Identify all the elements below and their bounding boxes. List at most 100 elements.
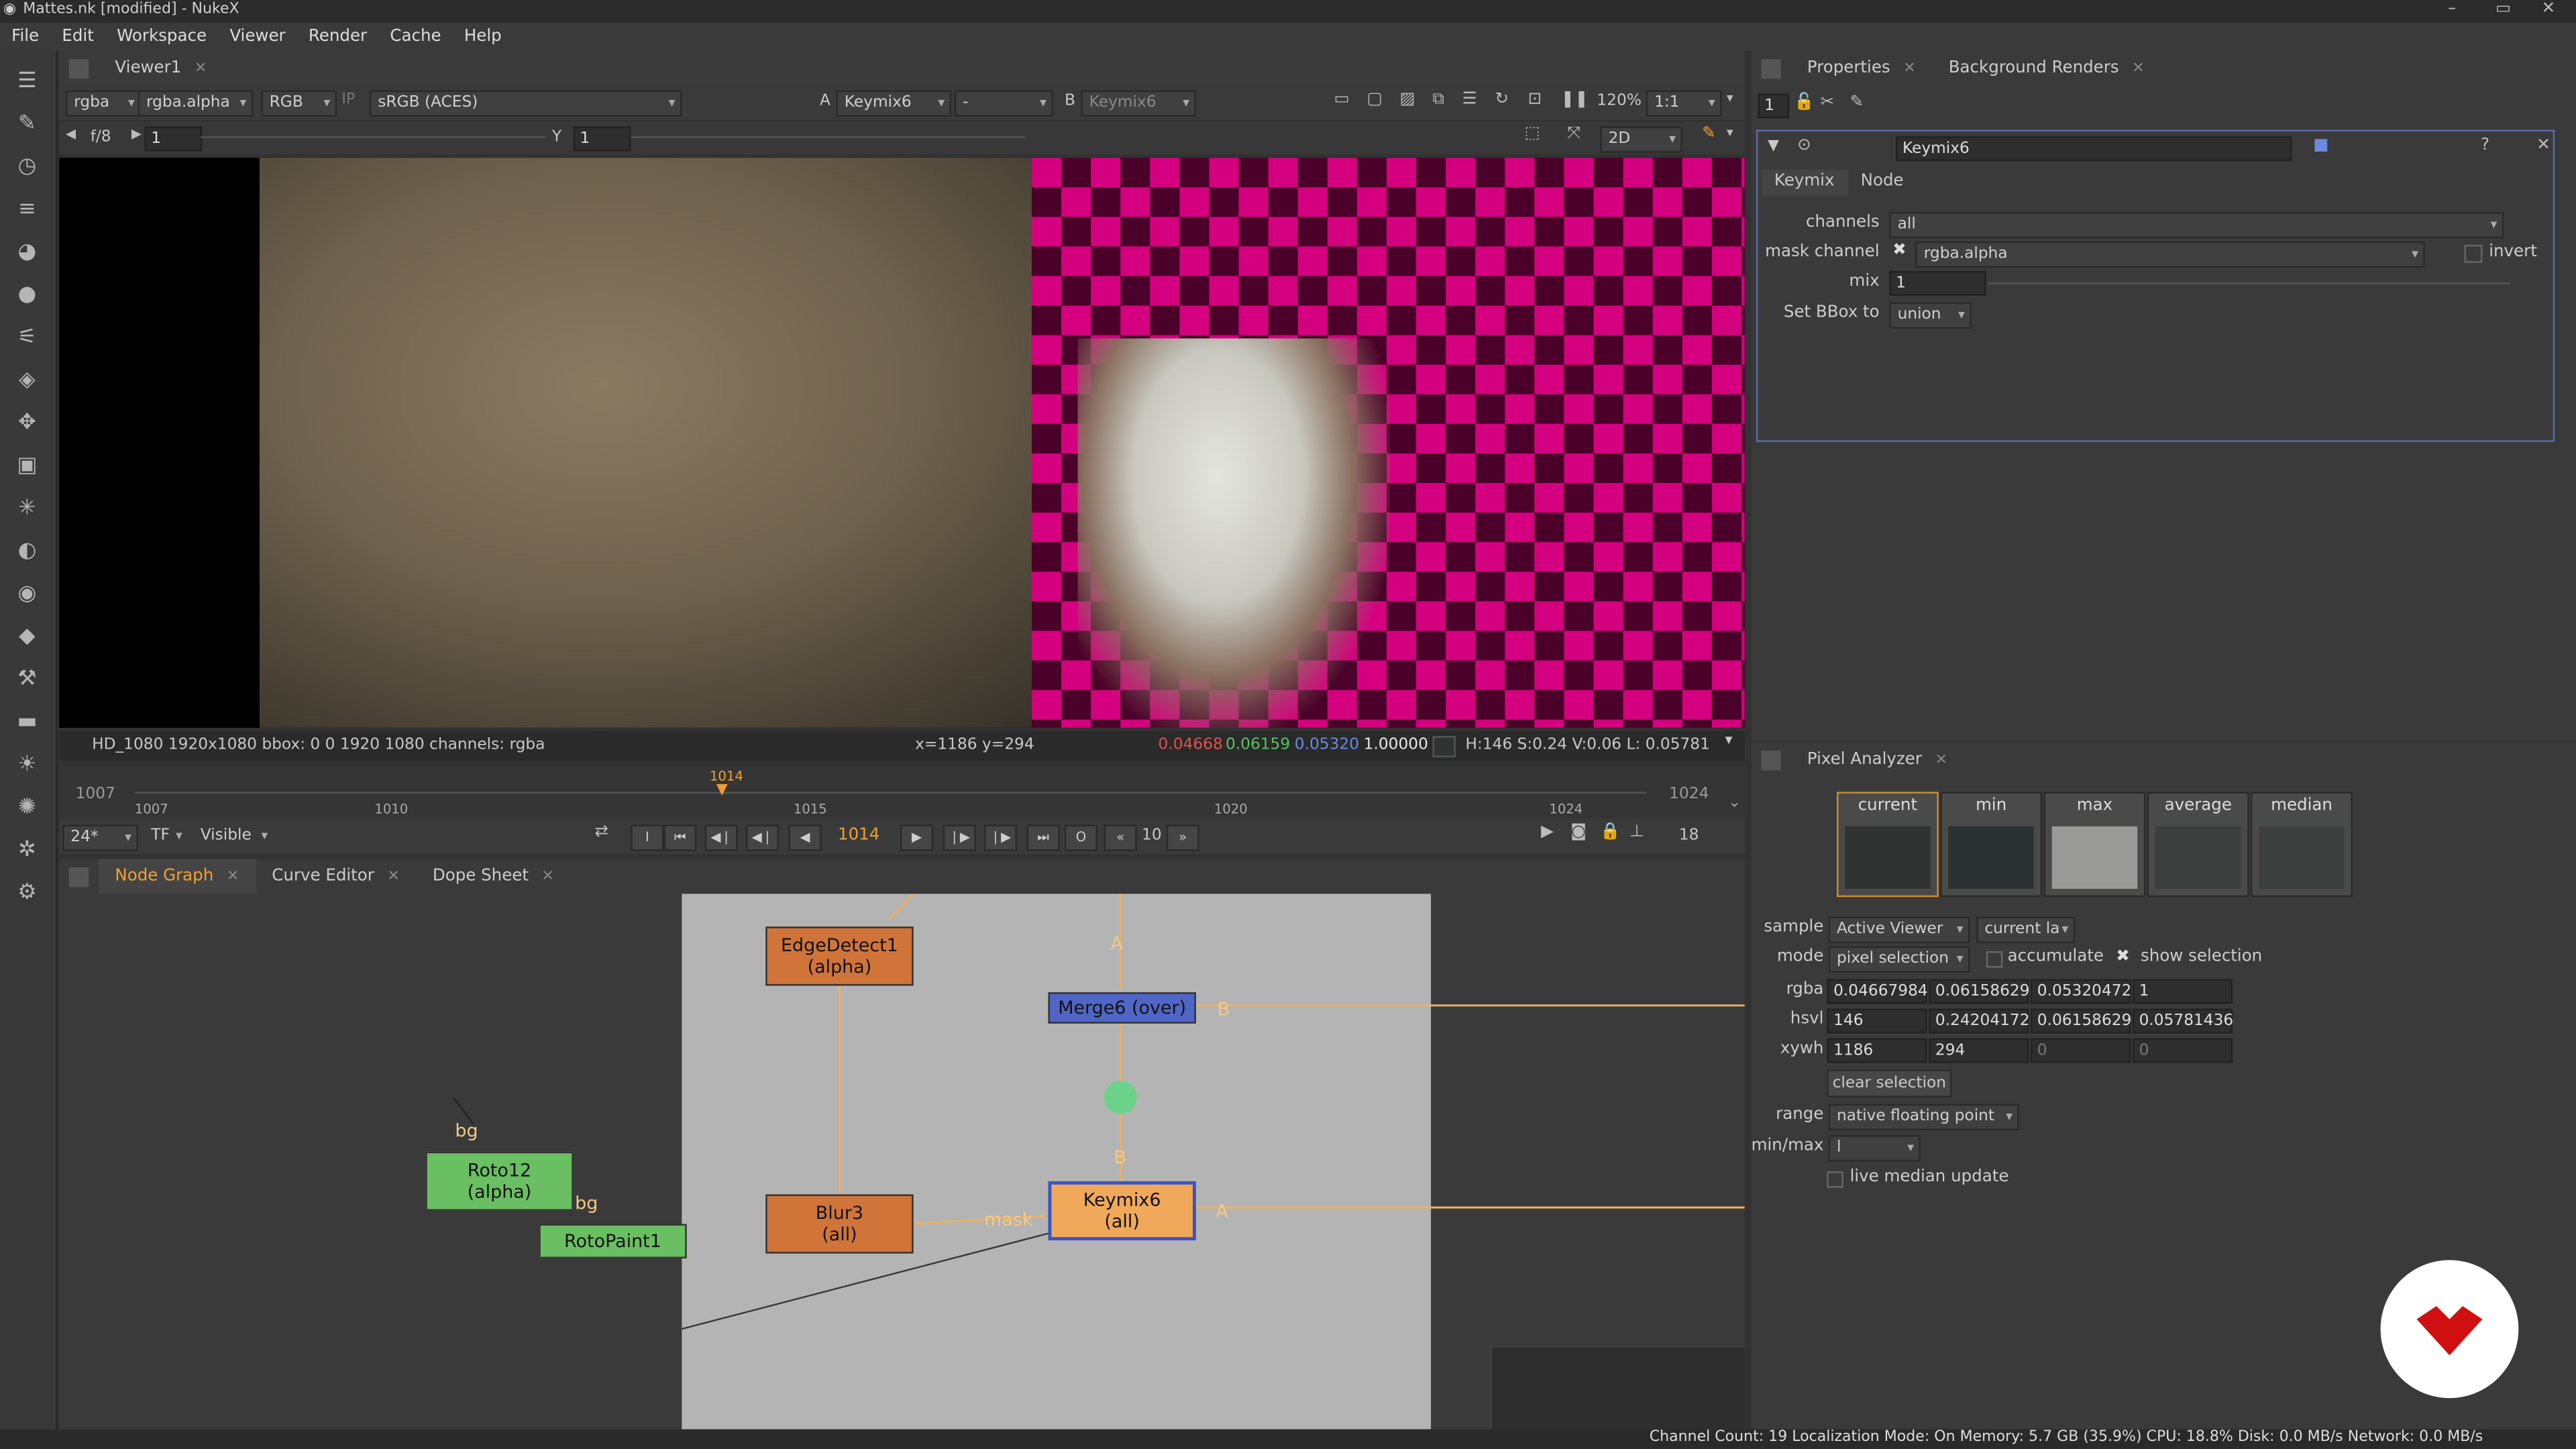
- tab-dope-sheet[interactable]: Dope Sheet ✕: [416, 859, 570, 896]
- prev-keyframe-icon[interactable]: ◀❘: [704, 824, 738, 851]
- swatch-min[interactable]: min: [1940, 792, 2043, 898]
- help-icon[interactable]: ?: [2481, 136, 2489, 154]
- node-graph-minimap[interactable]: [1490, 1345, 1745, 1430]
- a-input-dropdown[interactable]: Keymix6: [836, 90, 951, 117]
- furnace-tools-icon[interactable]: ☀: [13, 751, 42, 779]
- image-tools-icon[interactable]: ☰: [13, 67, 42, 95]
- fstop-right-icon[interactable]: ▶: [131, 127, 142, 142]
- accumulate-checkbox[interactable]: [1986, 951, 2003, 968]
- channel-tools-icon[interactable]: ≡: [13, 195, 42, 223]
- flipbook-icon[interactable]: ▶: [1541, 823, 1554, 841]
- sample-dropdown[interactable]: Active Viewer: [1828, 916, 1970, 943]
- transform-tools-icon[interactable]: ✥: [13, 409, 42, 437]
- swatch-average[interactable]: average: [2147, 792, 2249, 898]
- hsvl-h-field[interactable]: 146: [1827, 1008, 1927, 1034]
- close-icon[interactable]: ✕: [2132, 61, 2144, 77]
- wipe-icon[interactable]: ▨: [1400, 91, 1415, 109]
- gamma-slider[interactable]: [631, 136, 1026, 138]
- menu-workspace[interactable]: Workspace: [105, 28, 218, 46]
- last-frame-icon[interactable]: ⏭: [1026, 824, 1060, 851]
- node-rotopaint1[interactable]: RotoPaint1: [539, 1224, 687, 1258]
- loop-icon[interactable]: ⇄: [595, 823, 609, 841]
- menu-help[interactable]: Help: [453, 28, 513, 46]
- close-icon[interactable]: ✕: [1903, 61, 1915, 77]
- subtab-node[interactable]: Node: [1847, 169, 1917, 195]
- step-forward-icon[interactable]: ❘▶: [943, 824, 976, 851]
- xywh-w-field[interactable]: 0: [2030, 1038, 2131, 1063]
- ip-toggle[interactable]: IP: [341, 92, 355, 108]
- close-icon[interactable]: ✕: [1935, 753, 1947, 769]
- hsvl-v-field[interactable]: 0.06158629: [2030, 1008, 2131, 1034]
- maximize-button[interactable]: ▭: [2496, 0, 2511, 18]
- xywh-h-field[interactable]: 0: [2132, 1038, 2233, 1063]
- fps-dropdown[interactable]: 24*: [62, 824, 138, 851]
- close-window-button[interactable]: ✕: [2542, 0, 2556, 18]
- step-size[interactable]: 10: [1142, 826, 1162, 845]
- skip-forward-icon[interactable]: »: [1166, 824, 1199, 851]
- views-tools-icon[interactable]: ◉: [13, 580, 42, 608]
- tab-properties[interactable]: Properties ✕: [1790, 51, 1932, 87]
- out-point-button[interactable]: O: [1064, 824, 1097, 851]
- next-keyframe-icon[interactable]: ❘▶: [983, 824, 1017, 851]
- collapse-icon[interactable]: ▼: [1768, 138, 1779, 154]
- tf-dropdown[interactable]: TF: [145, 824, 188, 847]
- skip-back-icon[interactable]: «: [1104, 824, 1137, 851]
- tab-pixel-analyzer[interactable]: Pixel Analyzer ✕: [1790, 743, 1964, 779]
- color-button-icon[interactable]: ■: [2313, 136, 2328, 154]
- gain-field[interactable]: 1: [144, 126, 203, 152]
- node-merge6[interactable]: Merge6 (over): [1048, 992, 1196, 1024]
- channels-select[interactable]: all: [1889, 211, 2504, 239]
- display-dropdown[interactable]: RGB: [261, 90, 337, 117]
- node-help-icon[interactable]: ⊙: [1797, 136, 1811, 154]
- info-chevron-icon[interactable]: ▾: [1725, 733, 1732, 749]
- mode-dropdown[interactable]: pixel selection: [1828, 946, 1970, 973]
- pause-icon[interactable]: ❚❚: [1561, 91, 1589, 109]
- range-dropdown[interactable]: native floating point: [1828, 1104, 2019, 1130]
- visible-dropdown[interactable]: Visible: [194, 824, 273, 847]
- play-forward-icon[interactable]: ▶: [900, 824, 934, 851]
- node-keymix6[interactable]: Keymix6 (all): [1048, 1181, 1196, 1240]
- pane-menu-icon-3[interactable]: [1761, 59, 1781, 79]
- b-input-dropdown[interactable]: Keymix6: [1081, 90, 1196, 117]
- timeline[interactable]: 1007 1007 1010 1015 1020 1024 1014 ▼ 102…: [59, 765, 1745, 818]
- bbox-select[interactable]: union: [1889, 302, 1972, 329]
- merge-tools-icon[interactable]: ◈: [13, 366, 42, 394]
- frame-field[interactable]: 1014: [838, 826, 879, 845]
- xywh-y-field[interactable]: 294: [1929, 1038, 2029, 1063]
- gain-slider[interactable]: [200, 136, 546, 138]
- max-panels-field[interactable]: 1: [1758, 93, 1789, 119]
- transform-handle-icon[interactable]: ⤧: [1567, 125, 1580, 143]
- tab-background-renders[interactable]: Background Renders ✕: [1932, 51, 2161, 87]
- menu-file[interactable]: File: [0, 28, 50, 46]
- invert-checkbox[interactable]: [2464, 244, 2483, 263]
- pane-menu-icon-2[interactable]: [68, 867, 89, 888]
- safe-area-icon[interactable]: ▢: [1367, 91, 1383, 109]
- channels-dropdown[interactable]: rgba: [65, 90, 142, 117]
- mask-channel-dropdown[interactable]: rgba.alpha: [138, 90, 254, 117]
- mix-slider[interactable]: [1988, 282, 2511, 284]
- hsvl-s-field[interactable]: 0.24204172: [1929, 1008, 2030, 1034]
- tab-node-graph[interactable]: Node Graph ✕: [98, 859, 256, 896]
- viewer-canvas[interactable]: [59, 158, 1745, 728]
- more-chevron-icon-2[interactable]: ▾: [1727, 125, 1733, 140]
- node-name-field[interactable]: Keymix6: [1896, 136, 2292, 162]
- clear-panels-icon[interactable]: ✂: [1820, 94, 1834, 112]
- tab-viewer1[interactable]: Viewer1 ✕: [99, 51, 223, 87]
- range-icon[interactable]: ⊥: [1629, 823, 1644, 841]
- zoom-level[interactable]: 120%: [1597, 92, 1642, 110]
- metadata-tools-icon[interactable]: ◆: [13, 623, 42, 651]
- timeline-start[interactable]: 1007: [76, 786, 115, 804]
- minmax-dropdown[interactable]: l: [1828, 1135, 1921, 1162]
- clear-selection-button[interactable]: clear selection: [1827, 1069, 1952, 1097]
- ofx-tools-icon[interactable]: ✺: [13, 794, 42, 822]
- close-icon[interactable]: ✕: [227, 869, 239, 885]
- color-picker-icon[interactable]: ✎: [1702, 125, 1716, 143]
- swatch-max[interactable]: max: [2043, 792, 2146, 898]
- color-tools-icon[interactable]: ◕: [13, 238, 42, 266]
- deep-tools-icon[interactable]: ◐: [13, 537, 42, 566]
- sample-layer-dropdown[interactable]: current la: [1976, 916, 2076, 943]
- toolsets-icon[interactable]: ⚒: [13, 665, 42, 694]
- rgba-g-field[interactable]: 0.06158629: [1929, 979, 2030, 1004]
- step-back-icon[interactable]: ◀❘: [745, 824, 779, 851]
- menu-edit[interactable]: Edit: [50, 28, 105, 46]
